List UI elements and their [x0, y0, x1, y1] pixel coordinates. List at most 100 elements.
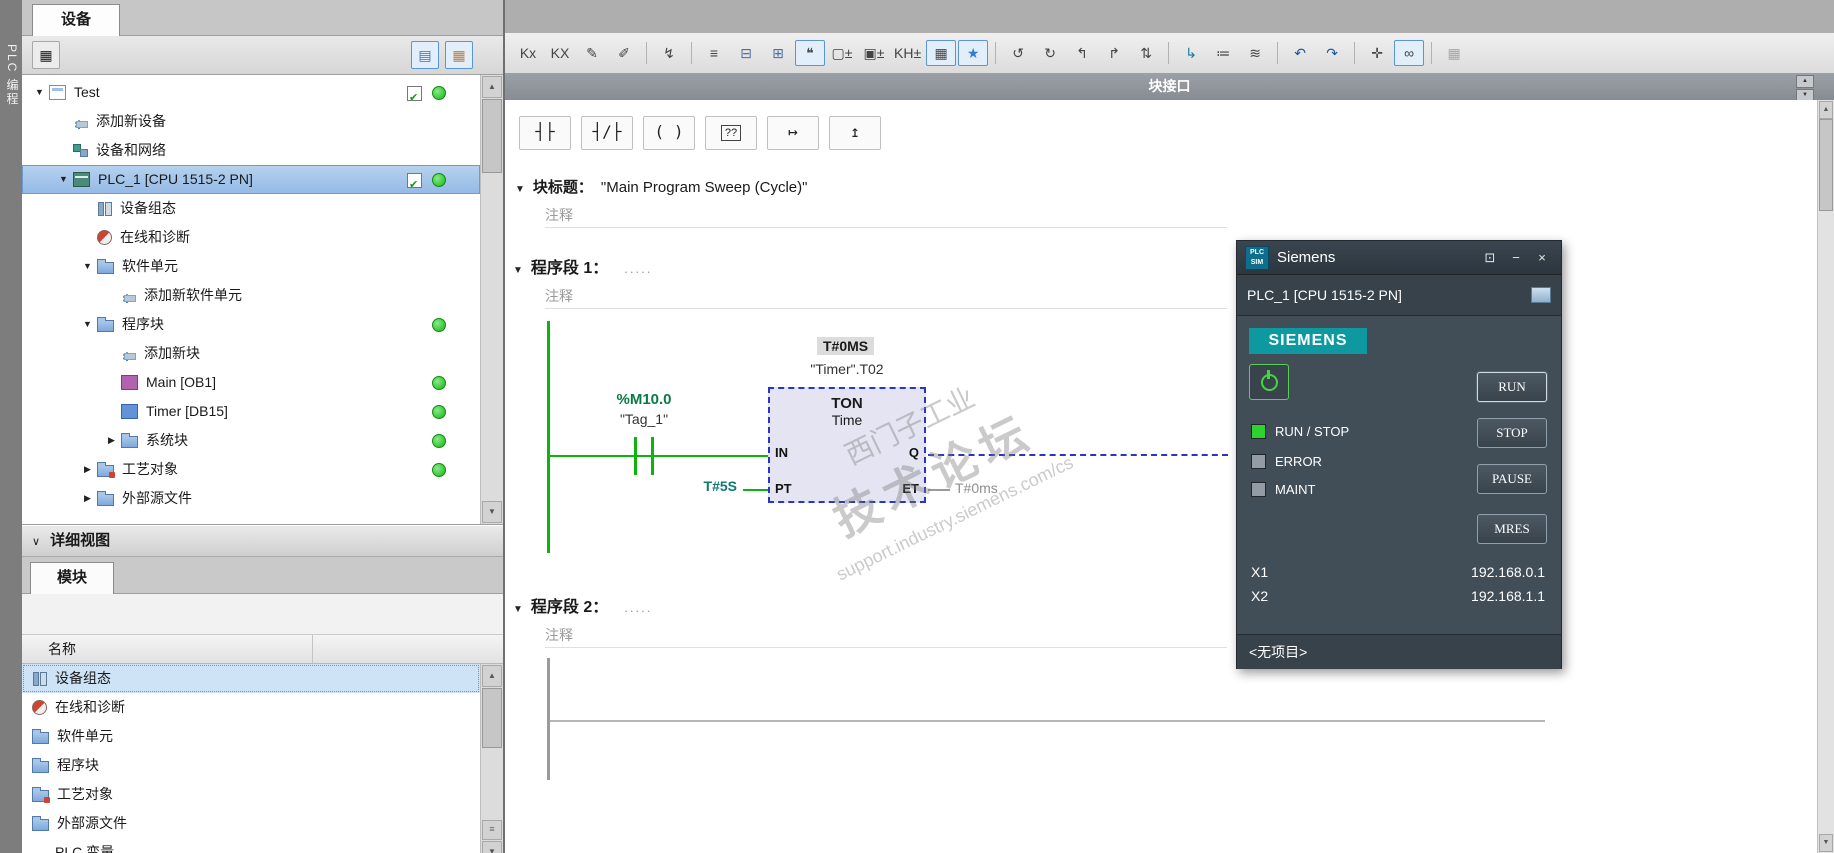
tree-item[interactable]: 添加新设备 [22, 107, 480, 140]
network-1-header[interactable]: ▼ 程序段 1： ..... [513, 254, 1818, 278]
block-interface-bar[interactable]: 块接口 ▲ ▼ [505, 73, 1834, 102]
open-branch-icon[interactable]: ↦ [767, 116, 819, 150]
timer-elapsed-chip[interactable]: T#0MS [817, 337, 875, 355]
expander-icon[interactable]: ▼ [32, 78, 47, 107]
scroll-up-icon[interactable]: ▲ [482, 665, 502, 687]
tree-item[interactable]: 添加新块 [22, 339, 480, 372]
tree-item[interactable]: 设备和网络 [22, 136, 480, 165]
list-item[interactable]: 设备组态 [22, 664, 480, 693]
tree-item[interactable]: Main [OB1] [22, 368, 480, 397]
pause-button[interactable]: PAUSE [1477, 464, 1547, 494]
goto-next-icon[interactable]: ↱ [1099, 40, 1129, 66]
tree-item[interactable]: 添加新软件单元 [22, 281, 480, 314]
absolute-addressing-icon[interactable]: KX [545, 40, 575, 66]
scrollbar-thumb[interactable] [482, 99, 502, 173]
tree-item[interactable]: ▼ 软件单元 [22, 252, 480, 281]
list-item[interactable]: 外部源文件 [22, 809, 480, 838]
tree-item[interactable]: ▶ 系统块 [22, 426, 480, 455]
scroll-down-icon[interactable]: ▼ [482, 501, 502, 523]
no-contact-icon[interactable]: ┤├ [519, 116, 571, 150]
tree-item[interactable]: ▼ PLC_1 [CPU 1515-2 PN] [22, 165, 480, 200]
open-networks-icon[interactable]: ⊞ [763, 40, 793, 66]
minimize-icon[interactable]: − [1505, 248, 1527, 268]
timer-instance-name[interactable]: "Timer".T02 [767, 361, 927, 377]
call-environment-prev-icon[interactable]: ↺ [1003, 40, 1033, 66]
list-item[interactable]: 软件单元 [22, 722, 480, 751]
expand-networks-icon[interactable]: ≡ [699, 40, 729, 66]
coil-icon[interactable]: ( ) [643, 116, 695, 150]
network-comments-icon[interactable]: ❝ [795, 40, 825, 66]
scroll-down-icon[interactable]: ▼ [1819, 834, 1833, 852]
contact-operand[interactable]: %M10.0 [579, 391, 709, 408]
list-item[interactable]: 工艺对象 [22, 780, 480, 809]
name-column-header[interactable]: 名称 [22, 635, 503, 664]
expander-icon[interactable]: ▶ [80, 455, 95, 484]
scrollbar-thumb[interactable] [482, 688, 502, 748]
contact-tag-name[interactable]: "Tag_1" [579, 411, 709, 427]
tab-module[interactable]: 模块 [30, 562, 115, 594]
tree-item[interactable]: Timer [DB15] [22, 397, 480, 426]
swap-operands-icon[interactable]: ⇅ [1131, 40, 1161, 66]
display-format-icon[interactable]: KH± [891, 40, 924, 66]
symbolic-addressing-icon[interactable]: Kx [513, 40, 543, 66]
first-network-icon[interactable]: ≔ [1208, 40, 1238, 66]
operand-info-icon[interactable]: ▣± [859, 40, 889, 66]
splitter-up-icon[interactable]: ▲ [1796, 75, 1814, 88]
scrollbar-thumb[interactable] [1819, 119, 1833, 211]
network-2-comment[interactable]: 注释 [545, 623, 1227, 648]
tree-scrollbar[interactable]: ▲ ▼ [480, 75, 503, 524]
call-environment-next-icon[interactable]: ↻ [1035, 40, 1065, 66]
collapse-icon[interactable]: ▼ [513, 265, 523, 276]
snapshot-icon[interactable]: ▦ [1439, 40, 1469, 66]
tree-filter-icon[interactable]: ▦ [32, 41, 60, 69]
expander-icon[interactable]: ▼ [56, 165, 71, 194]
operand-representation-icon[interactable]: ▢± [827, 40, 857, 66]
empty-box-icon[interactable]: ?? [705, 116, 757, 150]
tree-item[interactable]: 设备组态 [22, 194, 480, 223]
left-edge-strip[interactable]: PLC 编程 [0, 0, 23, 853]
details-view-icon[interactable]: ▤ [411, 41, 439, 69]
update-calls-icon[interactable]: ↯ [654, 40, 684, 66]
lad-editor[interactable]: ▼ 块标题： "Main Program Sweep (Cycle)" 注释 ▼ 程… [505, 166, 1818, 853]
collapse-icon[interactable]: ▼ [513, 604, 523, 615]
collapse-icon[interactable]: ▼ [515, 184, 525, 195]
block-title-value[interactable]: "Main Program Sweep (Cycle)" [601, 179, 808, 196]
block-comment[interactable]: 注释 [545, 203, 1227, 228]
pt-value[interactable]: T#5S [673, 478, 737, 494]
next-error-icon[interactable]: ↷ [1317, 40, 1347, 66]
network-title-placeholder[interactable]: ..... [624, 600, 652, 615]
monitoring-icon[interactable]: ∞ [1394, 40, 1425, 66]
editor-scrollbar[interactable]: ▲ ▼ [1817, 100, 1834, 853]
previous-error-icon[interactable]: ↶ [1285, 40, 1315, 66]
list-item[interactable]: PLC 变量 [22, 838, 480, 853]
tree-item[interactable]: ▼ 程序块 [22, 310, 480, 339]
scroll-up-icon[interactable]: ▲ [482, 76, 502, 98]
vertical-tab-label[interactable]: PLC 编程 [4, 44, 21, 107]
favorites-icon[interactable]: ★ [958, 40, 989, 66]
close-branch-icon[interactable]: ↥ [829, 116, 881, 150]
list-item[interactable]: 在线和诊断 [22, 693, 480, 722]
station-icon[interactable] [1531, 287, 1551, 303]
overview-icon[interactable]: ▦ [445, 41, 473, 69]
mres-button[interactable]: MRES [1477, 514, 1547, 544]
close-icon[interactable]: × [1531, 248, 1553, 268]
scroll-up-icon[interactable]: ▲ [1819, 101, 1833, 119]
float-window-icon[interactable]: ⊡ [1479, 248, 1501, 268]
renumber-icon[interactable]: ✎ [577, 40, 607, 66]
absolute-operands-icon[interactable]: ▦ [926, 40, 957, 66]
resize-grip-icon[interactable]: ≡ [482, 820, 502, 840]
expander-icon[interactable]: ▼ [80, 252, 95, 281]
expander-icon[interactable]: ▶ [80, 484, 95, 513]
expander-icon[interactable]: ▶ [104, 426, 119, 455]
network-title-placeholder[interactable]: ..... [624, 261, 652, 276]
tree-item[interactable]: ▶ 工艺对象 [22, 455, 480, 484]
run-button[interactable]: RUN [1477, 372, 1547, 402]
collapse-networks-icon[interactable]: ⊟ [731, 40, 761, 66]
power-button[interactable] [1249, 364, 1289, 400]
plcsim-titlebar[interactable]: PLC SIM Siemens ⊡ − × [1237, 241, 1561, 275]
scroll-down-icon[interactable]: ▼ [482, 841, 502, 853]
nc-contact-icon[interactable]: ┤/├ [581, 116, 633, 150]
network-2-header[interactable]: ▼ 程序段 2： ..... [513, 593, 1818, 617]
rewire-icon[interactable]: ✐ [609, 40, 639, 66]
expander-icon[interactable]: ▼ [80, 310, 95, 339]
